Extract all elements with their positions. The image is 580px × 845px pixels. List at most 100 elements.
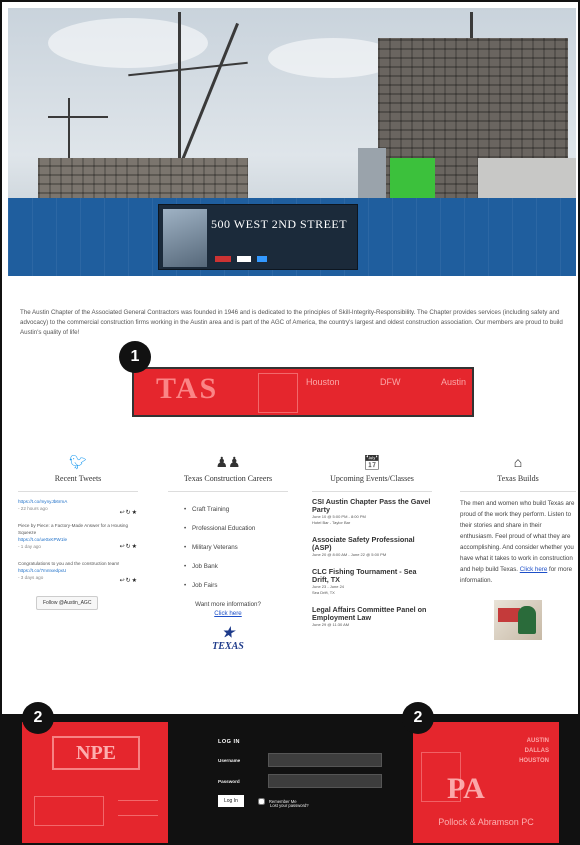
twitter-follow-button[interactable]: Follow @Austin_AGC (36, 596, 99, 610)
password-label: Password (218, 778, 240, 784)
event-item[interactable]: Legal Affairs Committee Panel on Employm… (312, 606, 432, 628)
tweet-actions-icons[interactable]: ↩↻★ (120, 510, 138, 517)
lost-password-link[interactable]: Lost your password? (270, 803, 388, 808)
divider (312, 491, 432, 492)
tas-ad-banner[interactable]: TAS Houston DFW Austin (132, 367, 474, 417)
recent-tweets-column: 🐦︎ Recent Tweets https://t.co/mynyJb6rmA… (18, 454, 138, 610)
username-row: Username (218, 753, 388, 767)
callout-marker-2: 2 (22, 702, 54, 734)
divider (168, 491, 288, 492)
builds-link[interactable]: Click here (520, 566, 548, 573)
tweet-link[interactable]: https://t.co/mynyJb6rmA (18, 499, 67, 504)
event-item[interactable]: CLC Fishing Tournament - Sea Drift, TX J… (312, 568, 432, 596)
texas-builds-image[interactable] (494, 600, 542, 640)
texas-logo: ★ TEXAS (168, 626, 288, 653)
texas-builds-column: ⌂ Texas Builds The men and women who bui… (460, 454, 576, 640)
event-item[interactable]: Associate Safety Professional (ASP) June… (312, 536, 432, 558)
event-title[interactable]: Legal Affairs Committee Panel on Employm… (312, 606, 432, 622)
building (38, 158, 248, 203)
site-banner: 500 WEST 2ND STREET (158, 204, 358, 270)
building (358, 148, 386, 203)
divider (460, 491, 576, 492)
event-place: Hotel Bar - Taylor Bar (312, 520, 351, 525)
npe-ad-banner[interactable]: NPE (22, 722, 168, 843)
event-title[interactable]: CLC Fishing Tournament - Sea Drift, TX (312, 568, 432, 584)
pa-city: DALLAS (524, 748, 549, 754)
pa-city: AUSTIN (526, 738, 549, 744)
people-icon: ♟♟ (215, 454, 241, 470)
tas-city: DFW (380, 377, 401, 387)
tweet-actions-icons[interactable]: ↩↻★ (120, 544, 138, 551)
banner-text: 500 WEST 2ND STREET (211, 217, 348, 231)
careers-item[interactable]: Military Veterans (184, 544, 288, 551)
pa-city: HOUSTON (519, 758, 549, 764)
tweet-actions-icons[interactable]: ↩↻★ (120, 578, 138, 585)
tas-cities: Houston DFW Austin (306, 377, 466, 387)
event-item[interactable]: CSI Austin Chapter Pass the Gavel Party … (312, 498, 432, 526)
careers-item[interactable]: Professional Education (184, 525, 288, 532)
event-title[interactable]: CSI Austin Chapter Pass the Gavel Party (312, 498, 432, 514)
tweet-time: - 3 days ago (18, 575, 44, 580)
builds-header: ⌂ Texas Builds (460, 454, 576, 483)
banner-logos (215, 249, 345, 262)
login-form: LOG IN Username Password Log In Remember… (218, 739, 388, 808)
careers-item[interactable]: Craft Training (184, 506, 288, 513)
events-title: Upcoming Events/Classes (330, 474, 414, 483)
divider (18, 491, 138, 492)
npe-logo: NPE (52, 736, 140, 770)
username-label: Username (218, 757, 241, 763)
events-header: 📅︎ Upcoming Events/Classes (312, 454, 432, 483)
more-info-text: Want more information? (195, 601, 261, 608)
username-input[interactable] (268, 753, 382, 767)
careers-item[interactable]: Job Fairs (184, 582, 288, 589)
tas-city: Houston (306, 377, 340, 387)
npe-equipment-graphic (34, 796, 104, 826)
pa-logo: PA (447, 772, 485, 805)
callout-marker-1: 1 (119, 341, 151, 373)
password-input[interactable] (268, 774, 382, 788)
event-title[interactable]: Associate Safety Professional (ASP) (312, 536, 432, 552)
cloud (48, 18, 208, 68)
callout-marker-2-right: 2 (402, 702, 434, 734)
tas-city: Austin (440, 377, 466, 387)
event-date: June 29 @ 11:30 AM (312, 622, 350, 627)
careers-item[interactable]: Job Bank (184, 563, 288, 570)
login-title: LOG IN (218, 739, 240, 745)
careers-column: ♟♟ Texas Construction Careers Craft Trai… (168, 454, 288, 652)
pollock-abramson-ad-banner[interactable]: AUSTIN DALLAS HOUSTON PA Pollock & Abram… (413, 722, 559, 843)
event-place: Sea Drift, TX (312, 590, 335, 595)
tweet-text: Piece by Piece: a Factory-Made Answer fo… (18, 523, 129, 535)
builds-text: The men and women who build Texas are pr… (460, 498, 576, 586)
login-button[interactable]: Log In (218, 795, 244, 807)
intro-paragraph: The Austin Chapter of the Associated Gen… (20, 309, 563, 336)
tweet-time: - 22 hours ago (18, 506, 48, 511)
calendar-icon: 📅︎ (363, 454, 381, 470)
crane-arm (48, 116, 108, 118)
texas-logo-text: TEXAS (212, 641, 244, 652)
tweet-link[interactable]: https://t.co/7mnIxedpxU (18, 568, 66, 573)
texas-logo-mark: ★ (221, 626, 235, 641)
green-building (390, 158, 435, 203)
more-info-link[interactable]: Click here (168, 610, 288, 617)
crane (178, 12, 181, 182)
careers-title: Texas Construction Careers (183, 474, 273, 483)
tweets-header: 🐦︎ Recent Tweets (18, 454, 138, 483)
hero-image: 500 WEST 2ND STREET (8, 8, 576, 276)
tweet-link[interactable]: https://t.co/ue0xKPW1le (18, 537, 67, 542)
events-column: 📅︎ Upcoming Events/Classes CSI Austin Ch… (312, 454, 432, 638)
careers-header: ♟♟ Texas Construction Careers (168, 454, 288, 483)
page-frame: 500 WEST 2ND STREET The Austin Chapter o… (0, 0, 580, 845)
builds-title: Texas Builds (497, 474, 539, 483)
tweet-item: Piece by Piece: a Factory-Made Answer fo… (18, 522, 138, 550)
twitter-bird-icon: 🐦︎ (69, 454, 87, 470)
pa-cities: AUSTIN DALLAS HOUSTON (519, 736, 549, 766)
builds-body: The men and women who build Texas are pr… (460, 500, 575, 573)
remember-me-checkbox[interactable] (257, 797, 265, 805)
tas-graphic (258, 373, 298, 413)
password-row: Password (218, 774, 388, 788)
home-icon: ⌂ (513, 454, 523, 470)
tweet-item: Congratulations to you and the construct… (18, 560, 138, 584)
npe-side-text (118, 800, 158, 816)
tas-logo: TAS (156, 372, 219, 405)
pa-name: Pollock & Abramson PC (438, 817, 534, 827)
